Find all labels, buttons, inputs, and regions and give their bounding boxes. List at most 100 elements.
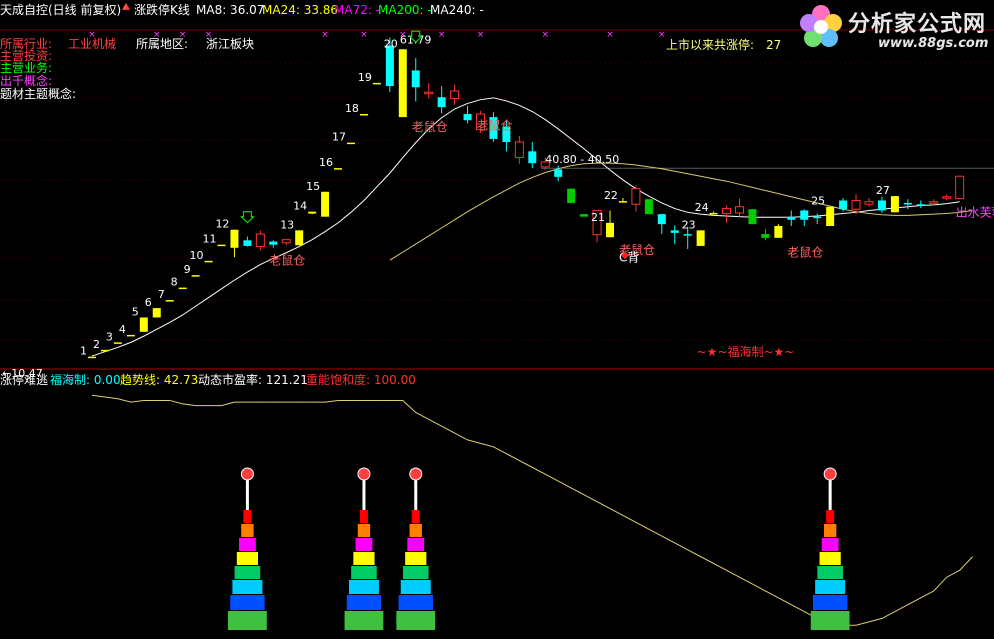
- energy-tower-tier: [351, 566, 377, 579]
- tower-ball-icon: [409, 467, 423, 481]
- energy-tower-tier: [344, 611, 384, 630]
- annotation-label: 老鼠仓: [269, 254, 305, 268]
- main-business-label: 主营业务:: [0, 61, 53, 75]
- candle-body: [877, 200, 886, 211]
- candle-body: [657, 214, 666, 225]
- energy-tower-tier: [823, 524, 837, 537]
- energy-tower-tier: [398, 595, 433, 610]
- candle-body: [955, 175, 965, 200]
- limitup-count-label: 9: [184, 263, 191, 276]
- energy-tower-tier: [241, 524, 254, 537]
- candle-body: [255, 233, 265, 248]
- candle-body: [88, 356, 96, 359]
- ma24-label: MA24: 33.86: [262, 3, 339, 17]
- annotation-label: C背: [619, 250, 639, 264]
- candle-body: [411, 70, 420, 88]
- theme-label: 题材主题概念:: [0, 87, 77, 101]
- limitup-count-label: 16: [319, 156, 333, 169]
- region-value: 浙江板块: [206, 37, 255, 51]
- limitup-count-label: 15: [306, 180, 320, 193]
- ma240-label: MA240: -: [430, 3, 484, 17]
- energy-tower-tier: [348, 580, 379, 594]
- energy-tower-tier: [355, 538, 373, 551]
- candle-body: [437, 97, 446, 108]
- fuhai-label: 福海制: 0.00: [50, 373, 121, 387]
- candle-body: [618, 201, 627, 203]
- stock-chart-window: × × × × × × × × × × × × 40.80 - 40.50 1 2 3 4 5 6 7 8 9 10 11 12…: [0, 0, 994, 639]
- limitup-count-label: 2: [93, 338, 100, 351]
- energy-tower-tier: [409, 524, 422, 537]
- annotation-label: 老鼠仓: [412, 120, 448, 134]
- candle-body: [191, 275, 200, 277]
- industry-value: 工业机械: [68, 37, 117, 51]
- candle-body: [528, 151, 537, 164]
- top-marker: ×: [321, 30, 329, 40]
- limitup-count-label: 13: [280, 218, 294, 231]
- candle-body: [670, 230, 679, 233]
- limitup-count-label: 上市以来共涨停:: [666, 38, 755, 52]
- limitup-count-label: 12: [215, 218, 229, 231]
- candle-body: [334, 168, 343, 170]
- candle-body: [178, 287, 187, 290]
- peak-price-label: 61.79: [400, 34, 432, 47]
- energy-tower-tier: [359, 510, 368, 523]
- energy-tower-tier: [357, 524, 371, 537]
- indicator-name: 涨跌停K线: [134, 3, 190, 17]
- candle-body: [152, 308, 161, 318]
- energy-tower-tier: [826, 510, 835, 523]
- energy-tower-tier: [407, 538, 425, 551]
- candle-body: [787, 216, 796, 220]
- candle-body: [230, 229, 239, 248]
- limitup-count-label: 6: [145, 296, 152, 309]
- ma200-label: MA200: -: [378, 3, 432, 17]
- candle-body: [165, 300, 174, 302]
- ma24-line: [389, 162, 973, 261]
- candle-body: [514, 141, 524, 159]
- limitup-count-label: 22: [604, 189, 618, 202]
- energy-tower-tier: [815, 580, 846, 594]
- ma72-label: MA72: -: [334, 3, 381, 17]
- energy-tower-tier: [236, 552, 258, 565]
- candle-body: [424, 91, 434, 95]
- chart-canvas[interactable]: × × × × × × × × × × × ×40.80 - 40.50123456789101112…: [0, 0, 994, 639]
- watermark-name: 分析家公式网: [848, 12, 987, 37]
- candle-body: [308, 211, 317, 214]
- lower-panel-name: 涨停难逃: [0, 373, 49, 387]
- limitup-count-label: 21: [591, 211, 605, 224]
- energy-tower-tier: [821, 538, 839, 551]
- energy-tower-tier: [400, 580, 431, 594]
- down-arrow-icon: [240, 211, 255, 224]
- energy-tower-tier: [346, 595, 382, 610]
- region-label: 所属地区:: [136, 37, 189, 51]
- candle-body: [463, 114, 472, 121]
- candle-body: [916, 204, 925, 206]
- candle-body: [606, 222, 614, 238]
- concept-label: 出千概念:: [0, 74, 53, 88]
- candle-body: [217, 244, 226, 247]
- energy-tower-tier: [810, 611, 850, 630]
- candle-body: [126, 334, 135, 337]
- candle-body: [722, 208, 732, 215]
- candle-body: [321, 191, 330, 217]
- candle-body: [540, 161, 550, 168]
- tower-ball-icon: [357, 467, 371, 481]
- limitup-count-label: 27: [876, 184, 890, 197]
- candle-body: [644, 199, 653, 215]
- stock-title: 天成自控(日线 前复权): [0, 3, 122, 17]
- candle-body: [281, 239, 291, 244]
- annotation-label: 出水芙蓉: [956, 206, 994, 220]
- indicator-icon: 🔺: [118, 0, 135, 15]
- limitup-count-label: 18: [345, 102, 359, 115]
- limitup-count-label: 3: [106, 330, 113, 343]
- candle-body: [359, 114, 368, 116]
- limitup-count-label: 25: [811, 195, 825, 208]
- candle-body: [839, 200, 848, 210]
- candle-body: [826, 206, 835, 226]
- limitup-count-value: 27: [766, 38, 782, 52]
- limitup-count-label: 24: [695, 201, 709, 214]
- candle-body: [942, 196, 952, 199]
- energy-tower-tier: [405, 552, 427, 565]
- candle-body: [813, 216, 822, 219]
- candle-body: [204, 260, 213, 263]
- candle-body: [748, 209, 757, 225]
